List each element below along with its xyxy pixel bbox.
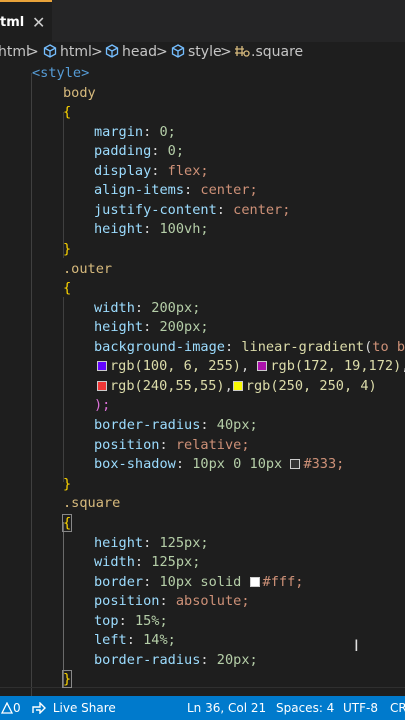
chevron-right-icon: > <box>156 44 168 60</box>
code-line: position: relative; <box>94 437 250 453</box>
code-line: margin: 0; <box>94 124 176 140</box>
color-swatch[interactable] <box>290 459 301 469</box>
code-line: display: flex; <box>94 163 209 179</box>
code-line: body <box>63 85 96 101</box>
chevron-right-icon: > <box>91 44 103 60</box>
status-encoding[interactable]: UTF-8 <box>343 701 378 715</box>
cube-icon <box>105 44 119 62</box>
code-line: height: 200px; <box>94 319 209 335</box>
code-line: left: 14%; <box>94 632 176 648</box>
breadcrumb-item-html[interactable]: html <box>60 44 92 60</box>
indent-guide <box>63 112 64 258</box>
text-cursor-icon: I <box>354 636 359 655</box>
status-bar: 0 Live Share Ln 36, Col 21 Spaces: 4 UTF… <box>0 696 405 720</box>
code-line: border-radius: 20px; <box>94 652 258 668</box>
code-line: height: 125px; <box>94 535 209 551</box>
tab-bar: tml ✕ <box>0 0 405 46</box>
current-line-highlight <box>0 687 405 696</box>
code-line: .square <box>63 495 121 511</box>
code-line: ); <box>94 397 111 413</box>
color-swatch[interactable] <box>97 381 107 391</box>
breadcrumb-item-square[interactable]: .square <box>251 44 303 60</box>
breadcrumb-item-style[interactable]: style <box>188 44 222 60</box>
color-swatch[interactable] <box>232 381 243 391</box>
code-line: justify-content: center; <box>94 202 291 218</box>
code-line: border: 10px solid #fff; <box>94 574 304 590</box>
editor-tab[interactable]: tml ✕ <box>0 0 52 46</box>
breadcrumb: html > html > head > style > .square <box>0 42 405 64</box>
code-line: { <box>61 514 73 532</box>
indent-guide <box>63 297 64 482</box>
breadcrumb-item-head[interactable]: head <box>122 44 157 60</box>
live-share-icon <box>32 701 46 715</box>
code-line: width: 125px; <box>94 554 201 570</box>
chevron-right-icon: > <box>220 44 232 60</box>
close-icon[interactable]: ✕ <box>32 13 45 32</box>
code-line: border-radius: 40px; <box>94 417 258 433</box>
code-line: width: 200px; <box>94 300 201 316</box>
code-line: padding: 0; <box>94 143 185 159</box>
code-editor[interactable]: <style> body { margin: 0; padding: 0; di… <box>0 64 405 696</box>
code-line: } <box>63 476 72 492</box>
breadcrumb-item-file[interactable]: html <box>0 44 30 60</box>
code-line: rgb(100, 6, 255), rgb(172, 19,172), <box>97 357 405 376</box>
code-line: box-shadow: 10px 0 10px #333; <box>94 456 345 472</box>
cube-icon <box>43 44 57 62</box>
indent-guide <box>31 73 32 696</box>
code-line: <style> <box>32 65 90 81</box>
code-line: background-image: linear-gradient(to bo <box>94 339 405 355</box>
status-indentation[interactable]: Spaces: 4 <box>276 701 334 715</box>
color-swatch[interactable] <box>257 361 268 371</box>
status-eol[interactable]: CR <box>390 701 405 715</box>
code-line: .outer <box>63 261 113 277</box>
tab-label: tml <box>0 15 25 30</box>
selector-icon <box>234 44 250 62</box>
status-problems[interactable]: 0 <box>0 701 21 715</box>
code-line: { <box>63 280 72 296</box>
warning-icon <box>0 701 14 714</box>
live-share-button[interactable]: Live Share <box>32 701 116 715</box>
code-line: top: 15%; <box>94 613 168 629</box>
status-cursor-position[interactable]: Ln 36, Col 21 <box>187 701 266 715</box>
color-swatch[interactable] <box>249 577 260 587</box>
code-line: align-items: center; <box>94 182 258 198</box>
code-line: { <box>63 104 72 120</box>
chevron-right-icon: > <box>27 44 39 60</box>
indent-guide <box>63 522 64 687</box>
code-line: height: 100vh; <box>94 221 209 237</box>
cube-icon <box>171 44 185 62</box>
code-line: rgb(240,55,55), rgb(250, 250, 4) <box>97 377 377 396</box>
code-line: } <box>61 670 73 688</box>
code-line: position: absolute; <box>94 593 250 609</box>
code-line: } <box>63 241 72 257</box>
color-swatch[interactable] <box>97 361 107 371</box>
